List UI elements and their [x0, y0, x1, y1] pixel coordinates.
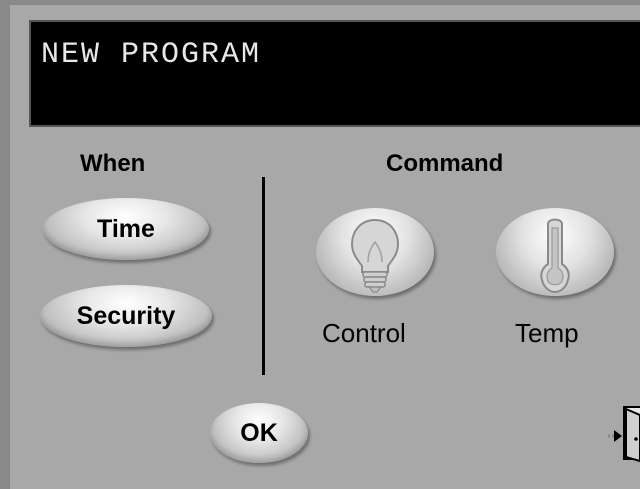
- time-button[interactable]: Time: [43, 198, 209, 260]
- security-button[interactable]: Security: [40, 285, 212, 347]
- title-display: NEW PROGRAM: [29, 20, 640, 127]
- thermometer-icon: [540, 218, 570, 294]
- column-divider: [262, 177, 265, 375]
- temp-button[interactable]: [496, 208, 614, 296]
- control-caption: Control: [322, 318, 406, 348]
- temp-caption: Temp: [515, 318, 579, 348]
- ok-button-label: OK: [240, 418, 278, 447]
- when-label: When: [80, 150, 146, 177]
- ok-button[interactable]: OK: [210, 403, 308, 463]
- exit-door-icon[interactable]: [606, 403, 640, 470]
- security-button-label: Security: [76, 301, 176, 330]
- page-title: NEW PROGRAM: [41, 38, 262, 72]
- control-button[interactable]: [316, 208, 434, 296]
- program-screen: NEW PROGRAM When Time Security Command C…: [0, 0, 640, 489]
- command-label: Command: [386, 150, 504, 177]
- light-bulb-icon: [350, 218, 400, 293]
- time-button-label: Time: [97, 214, 155, 243]
